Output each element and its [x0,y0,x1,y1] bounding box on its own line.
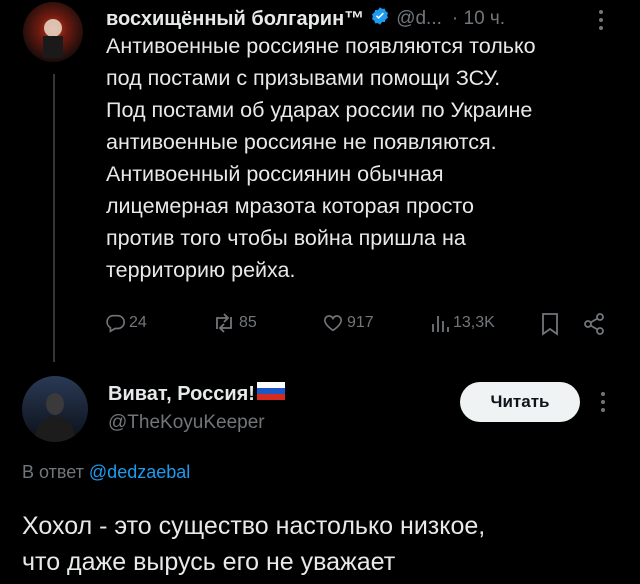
like-button[interactable]: 917 [322,312,374,334]
reply-button[interactable]: 24 [104,312,147,334]
thread-connector-line [53,74,55,362]
tweet-author-handle[interactable]: @d... [396,8,442,30]
follow-button[interactable]: Читать [460,382,580,422]
reply-text: Хохол - это существо настолько низкое, ч… [22,508,622,580]
views-count: 13,3K [453,314,495,331]
like-count: 917 [347,314,374,331]
repost-icon [212,312,236,334]
tweet-text: Антивоенные россияне появляются только п… [106,30,626,286]
avatar[interactable] [23,2,83,62]
avatar[interactable] [22,376,88,442]
bookmark-icon[interactable] [540,312,560,341]
reply-icon [104,312,126,334]
replying-to: В ответ @dedzaebal [22,462,190,483]
flag-icon [256,382,285,406]
share-icon[interactable] [582,312,606,341]
like-icon [322,312,344,334]
reply-author-handle[interactable]: @TheKoyuKeeper [108,412,265,434]
tweet-author-name[interactable]: восхищённый болгарин™ [106,8,364,31]
tweet-text-line: Антивоенный россиянин обычная [106,162,444,186]
tweet-text-line: антивоенные россияне не появляются. [106,130,497,154]
tweet-text-line: Под постами об ударах россии по Украине [106,98,533,122]
reply-text-line: что даже вырусь его не уважает [22,548,396,576]
tweet-text-line: лицемерная мразота которая просто [106,194,474,218]
reply-count: 24 [129,314,147,331]
tweet-text-line: против того чтобы война пришла на [106,226,466,250]
replying-to-label: В ответ [22,462,84,482]
views-icon [430,312,450,334]
tweet-timestamp[interactable]: · 10 ч. [452,8,505,30]
reply-text-line: Хохол - это существо настолько низкое, [22,512,486,540]
repost-button[interactable]: 85 [212,312,257,334]
reply-author-name[interactable]: Виват, Россия! [108,383,255,406]
more-icon[interactable] [600,390,606,419]
replying-to-mention[interactable]: @dedzaebal [89,462,190,482]
views-button[interactable]: 13,3K [430,312,495,334]
verified-badge-icon [370,6,390,32]
repost-count: 85 [239,314,257,331]
tweet-text-line: территорию рейха. [106,258,296,282]
tweet-text-line: под постами с призывами помощи ЗСУ. [106,66,501,90]
tweet-text-line: Антивоенные россияне появляются только [106,34,536,58]
